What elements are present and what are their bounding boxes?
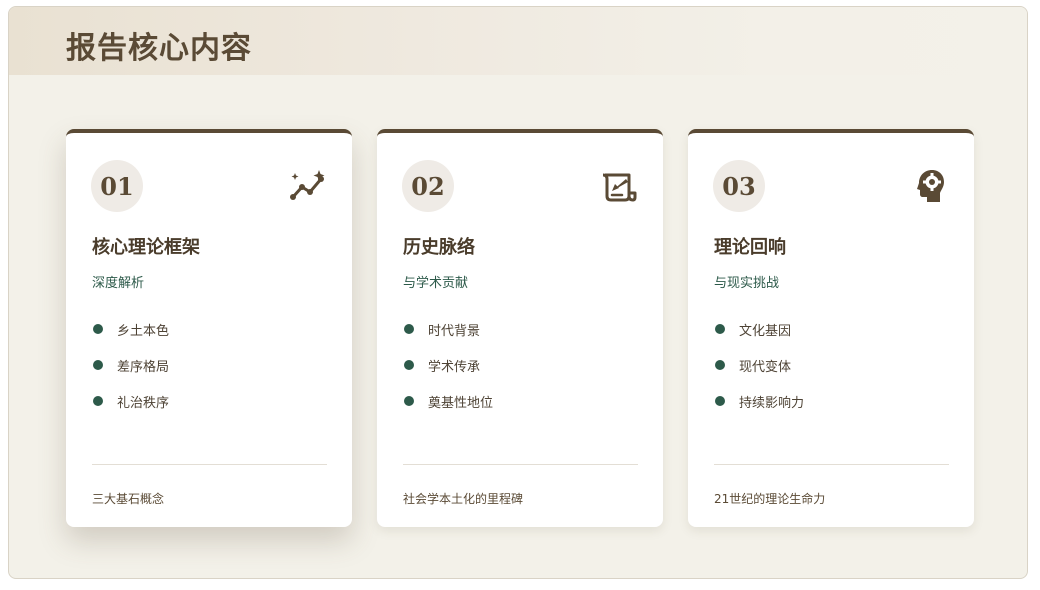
list-item-label: 现代变体 [739, 359, 792, 375]
card-number: 03 [713, 160, 765, 212]
bullet-dot-icon [404, 324, 414, 334]
page-title: 报告核心内容 [66, 31, 252, 66]
card-title: 历史脉络 [403, 237, 475, 258]
card-subtitle: 与学术贡献 [403, 276, 469, 291]
bullet-list: 时代背景 学术传承 奠基性地位 [404, 311, 493, 419]
list-item: 文化基因 [715, 311, 804, 347]
card-footer: 21世纪的理论生命力 [714, 492, 826, 506]
slide-frame: 报告核心内容 01 核心理论框架 深度解析 乡土本色 差序格局 礼治秩序 三大基… [8, 6, 1028, 579]
list-item: 乡土本色 [93, 311, 169, 347]
card-number: 01 [91, 160, 143, 212]
list-item: 时代背景 [404, 311, 493, 347]
card-subtitle: 与现实挑战 [714, 276, 780, 291]
bullet-list: 乡土本色 差序格局 礼治秩序 [93, 311, 169, 419]
sparkle-chart-icon [290, 170, 325, 200]
card-subtitle: 深度解析 [92, 276, 145, 291]
list-item-label: 礼治秩序 [117, 395, 170, 411]
card-title: 核心理论框架 [92, 237, 200, 258]
bullet-dot-icon [404, 396, 414, 406]
list-item: 学术传承 [404, 347, 493, 383]
bullet-list: 文化基因 现代变体 持续影响力 [715, 311, 804, 419]
bullet-dot-icon [93, 360, 103, 370]
card-divider [714, 464, 949, 465]
bullet-dot-icon [715, 360, 725, 370]
list-item-label: 时代背景 [428, 323, 481, 339]
scroll-quill-icon [602, 173, 637, 202]
bullet-dot-icon [93, 324, 103, 334]
list-item-label: 差序格局 [117, 359, 170, 375]
card-theory-echo[interactable]: 03 理论回响 与现实挑战 文化基因 现代变体 持续影响力 21世纪的理论生命力 [688, 129, 974, 527]
card-footer: 三大基石概念 [92, 492, 165, 506]
list-item-label: 文化基因 [739, 323, 792, 339]
list-item: 持续影响力 [715, 383, 804, 419]
bullet-dot-icon [715, 396, 725, 406]
card-history[interactable]: 02 历史脉络 与学术贡献 时代背景 学术传承 奠基性地位 社会学本土化的里程碑 [377, 129, 663, 527]
list-item: 奠基性地位 [404, 383, 493, 419]
list-item-label: 奠基性地位 [428, 395, 494, 411]
list-item-label: 乡土本色 [117, 323, 170, 339]
card-footer: 社会学本土化的里程碑 [403, 492, 524, 506]
list-item-label: 学术传承 [428, 359, 481, 375]
list-item: 现代变体 [715, 347, 804, 383]
card-divider [92, 464, 327, 465]
card-title: 理论回响 [714, 237, 786, 258]
card-number: 02 [402, 160, 454, 212]
card-core-theory[interactable]: 01 核心理论框架 深度解析 乡土本色 差序格局 礼治秩序 三大基石概念 [66, 129, 352, 527]
bullet-dot-icon [93, 396, 103, 406]
card-divider [403, 464, 638, 465]
bullet-dot-icon [715, 324, 725, 334]
list-item: 礼治秩序 [93, 383, 169, 419]
list-item: 差序格局 [93, 347, 169, 383]
bullet-dot-icon [404, 360, 414, 370]
list-item-label: 持续影响力 [739, 395, 805, 411]
head-gear-icon [917, 170, 944, 202]
